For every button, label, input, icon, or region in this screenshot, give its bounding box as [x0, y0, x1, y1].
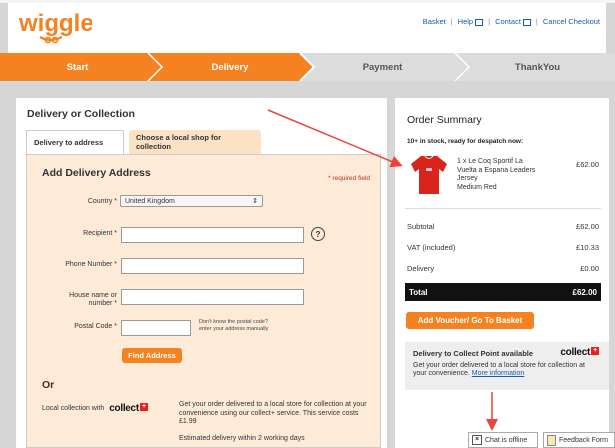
postal-code-input[interactable]	[121, 320, 191, 336]
item-line3: Jersey	[457, 175, 478, 182]
collect-logo-text: collect	[560, 347, 590, 358]
item-line1: 1 x Le Coq Sportif La	[457, 158, 523, 165]
item-line2: Vuelta a Espana Leaders	[457, 166, 536, 174]
voucher-basket-button[interactable]: Add Voucher/ Go To Basket	[406, 312, 534, 329]
stock-note: 10+ in stock, ready for despatch now:	[407, 138, 524, 145]
chat-label: Chat is offline	[485, 436, 528, 444]
delivery-label: Delivery	[407, 264, 435, 273]
postal-note[interactable]: Don't know the postal code? enter your a…	[199, 319, 268, 333]
house-label: House name or number *	[27, 292, 117, 308]
postal-note-line2: enter your address manually	[199, 326, 269, 332]
tab-delivery-to-address[interactable]: Delivery to address	[26, 130, 124, 154]
subtotal-value: £62.00	[576, 222, 599, 231]
find-address-button[interactable]: Find Address	[122, 348, 182, 363]
select-arrows-icon: ⇕	[252, 198, 258, 205]
step-delivery: Delivery	[211, 61, 249, 73]
address-form: Add Delivery Address * required field Co…	[26, 154, 381, 448]
contact-link-label: Contact	[495, 17, 521, 26]
document-icon	[547, 434, 556, 446]
help-link[interactable]: Help	[457, 17, 484, 26]
collect-point-text: Get your order delivered to a local stor…	[413, 362, 593, 378]
order-summary-title: Order Summary	[407, 114, 482, 126]
house-label-line2: number *	[88, 300, 117, 307]
step-thankyou: ThankYou	[514, 61, 561, 73]
step-start: Start	[66, 61, 89, 73]
step-payment: Payment	[362, 61, 403, 73]
jersey-image	[411, 155, 447, 194]
collect-plus-logo: collect +	[109, 403, 148, 414]
external-link-icon	[522, 18, 531, 26]
collect-plus-logo: collect +	[560, 347, 599, 358]
help-link-label: Help	[457, 17, 474, 26]
section-title: Delivery or Collection	[27, 108, 135, 120]
postal-note-line1: Don't know the postal code?	[199, 319, 268, 325]
country-label: Country *	[87, 198, 117, 205]
recipient-label: Recipient *	[83, 230, 117, 237]
logo-text: wiggle	[18, 10, 92, 37]
total-label: Total	[409, 287, 428, 297]
collect-point-box: Delivery to Collect Point available coll…	[405, 342, 609, 390]
contact-link[interactable]: Contact	[495, 17, 531, 26]
house-label-line1: House name or	[69, 292, 117, 299]
feedback-form-button[interactable]: Feedback Form	[543, 432, 615, 448]
basket-link[interactable]: Basket	[423, 17, 446, 26]
divider	[405, 208, 601, 209]
delivery-panel: Delivery or Collection Delivery to addre…	[16, 98, 387, 448]
header: wiggle Basket | Help | Contact | Cancel …	[8, 3, 606, 53]
plus-icon: +	[591, 347, 599, 355]
item-description: 1 x Le Coq Sportif La Vuelta a Espana Le…	[457, 158, 547, 192]
checkout-steps: Start Delivery Payment ThankYou	[0, 53, 615, 81]
collect-description: Get your order delivered to a local stor…	[179, 401, 367, 425]
postal-label: Postal Code *	[74, 323, 117, 330]
order-summary-panel: Order Summary 10+ in stock, ready for de…	[395, 98, 609, 448]
recipient-input[interactable]	[121, 227, 304, 243]
more-information-link[interactable]: More information	[472, 370, 525, 377]
link-separator: |	[535, 17, 538, 26]
estimated-delivery: Estimated delivery within 2 working days	[179, 435, 305, 442]
wiggle-logo[interactable]: wiggle	[18, 9, 92, 45]
tab-choose-local-shop[interactable]: Choose a local shop for collection	[129, 130, 261, 154]
feedback-label: Feedback Form	[559, 436, 609, 444]
required-note: * required field	[328, 175, 370, 182]
phone-label: Phone Number *	[65, 261, 117, 268]
collect-logo-text: collect	[109, 403, 139, 414]
plus-icon: +	[139, 403, 148, 411]
vat-label: VAT (included)	[407, 243, 456, 252]
subtotal-label: Subtotal	[407, 222, 435, 231]
link-separator: |	[450, 17, 453, 26]
cancel-checkout-link[interactable]: Cancel Checkout	[543, 17, 600, 26]
total-value: £62.00	[572, 287, 597, 297]
collect-point-title: Delivery to Collect Point available	[413, 349, 534, 358]
item-line4: Medium Red	[457, 183, 497, 191]
item-price: £62.00	[576, 160, 599, 169]
close-icon: ×	[472, 435, 482, 445]
help-icon[interactable]: ?	[311, 227, 325, 241]
vat-value: £10.33	[576, 243, 599, 252]
house-input[interactable]	[121, 289, 304, 305]
or-label: Or	[42, 379, 55, 391]
top-links: Basket | Help | Contact | Cancel Checkou…	[423, 17, 600, 26]
total-bar: Total £62.00	[405, 283, 601, 301]
phone-input[interactable]	[121, 258, 304, 274]
link-separator: |	[488, 17, 491, 26]
country-select[interactable]: United Kingdom ⇕	[120, 195, 263, 207]
country-value: United Kingdom	[125, 197, 175, 205]
chat-offline-button[interactable]: × Chat is offline	[468, 432, 538, 448]
delivery-value: £0.00	[580, 264, 599, 273]
form-title: Add Delivery Address	[42, 167, 151, 179]
local-collection-row: Local collection with collect +	[42, 403, 148, 414]
external-link-icon	[475, 18, 484, 26]
local-collection-label: Local collection with	[42, 405, 105, 412]
